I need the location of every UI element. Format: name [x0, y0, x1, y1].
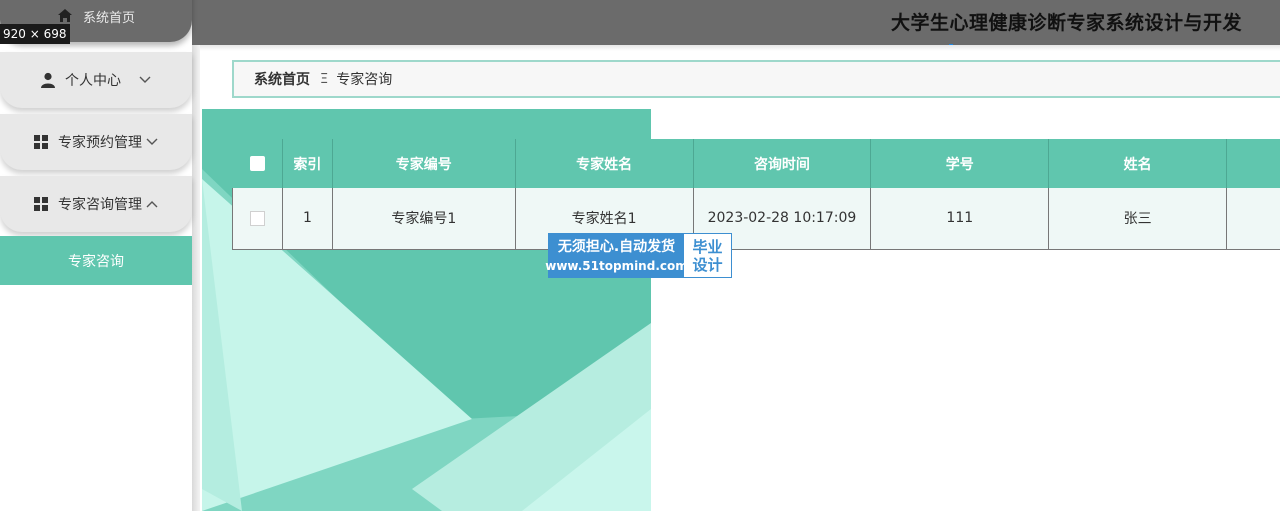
- table-row[interactable]: 1 专家编号1 专家姓名1 2023-02-28 10:17:09 111 张三: [232, 188, 1280, 250]
- column-header[interactable]: 姓名: [1048, 139, 1228, 188]
- sidebar-item-expert-consult[interactable]: 专家咨询管理: [0, 176, 192, 232]
- chevron-down-icon: [139, 76, 151, 84]
- breadcrumb-home[interactable]: 系统首页: [254, 69, 310, 89]
- row-checkbox[interactable]: [249, 210, 265, 226]
- main-top-shadow: [200, 45, 1280, 51]
- column-header[interactable]: 学号: [870, 139, 1050, 188]
- chevron-down-icon: [146, 138, 158, 146]
- chevron-up-icon: [146, 200, 158, 208]
- table-header-row: 索引 专家编号 专家姓名 咨询时间 学号 姓名: [232, 139, 1280, 188]
- system-title: 大学生心理健康诊断专家系统设计与开发: [890, 12, 1242, 34]
- sidebar-item-label: 专家咨询管理: [58, 197, 142, 213]
- cell-student-id: 111: [870, 188, 1050, 250]
- grid-icon: [34, 197, 48, 211]
- sidebar: 系统首页 个人中心 专家预约管理 专家咨询管理 专家咨询: [0, 0, 200, 511]
- sidebar-item-label: 系统首页: [82, 10, 135, 26]
- home-icon: [57, 8, 73, 24]
- sidebar-edge: [192, 45, 200, 511]
- column-header[interactable]: 咨询时间: [693, 139, 872, 188]
- watermark-right1: 毕业: [692, 237, 723, 256]
- cell-expert-id: 专家编号1: [332, 188, 516, 250]
- breadcrumb: 系统首页 Ξ 专家咨询: [232, 60, 1280, 98]
- column-header[interactable]: 专家编号: [332, 139, 516, 188]
- sidebar-item-label: 个人中心: [65, 73, 121, 89]
- sidebar-item-label: 专家预约管理: [58, 135, 142, 151]
- watermark-line2: www.51topmind.com: [545, 258, 688, 273]
- submenu-item-expert-consult[interactable]: 专家咨询: [0, 236, 192, 285]
- watermark: 无须担心.自动发货 www.51topmind.com 毕业 设计: [545, 233, 732, 278]
- breadcrumb-separator: Ξ: [320, 71, 329, 87]
- column-header-extra: [1226, 139, 1280, 188]
- watermark-right2: 设计: [692, 255, 723, 274]
- watermark-line1: 无须担心.自动发货: [557, 238, 676, 255]
- consult-table: 索引 专家编号 专家姓名 咨询时间 学号 姓名 1 专家编号1 专家姓名1 20…: [232, 139, 1280, 250]
- user-icon: [41, 72, 55, 88]
- cell-student-name: 张三: [1048, 188, 1228, 250]
- watermark-right: 毕业 设计: [684, 234, 731, 277]
- column-header[interactable]: 专家姓名: [515, 139, 694, 188]
- window-size-badge: 920 × 698: [0, 24, 70, 44]
- column-header[interactable]: 索引: [282, 139, 333, 188]
- watermark-left: 无须担心.自动发货 www.51topmind.com: [545, 234, 688, 277]
- breadcrumb-current: 专家咨询: [336, 72, 393, 88]
- grid-icon: [34, 135, 48, 149]
- select-all-checkbox[interactable]: [249, 156, 265, 171]
- select-all-cell: [232, 139, 283, 188]
- sidebar-item-personal-center[interactable]: 个人中心: [0, 52, 192, 108]
- sidebar-item-expert-appointment[interactable]: 专家预约管理: [0, 114, 192, 170]
- row-select-cell: [232, 188, 283, 250]
- cell-extra: [1226, 188, 1280, 250]
- cell-index: 1: [282, 188, 333, 250]
- top-header-bar: 大学生心理健康诊断专家系统设计与开发: [0, 0, 1280, 48]
